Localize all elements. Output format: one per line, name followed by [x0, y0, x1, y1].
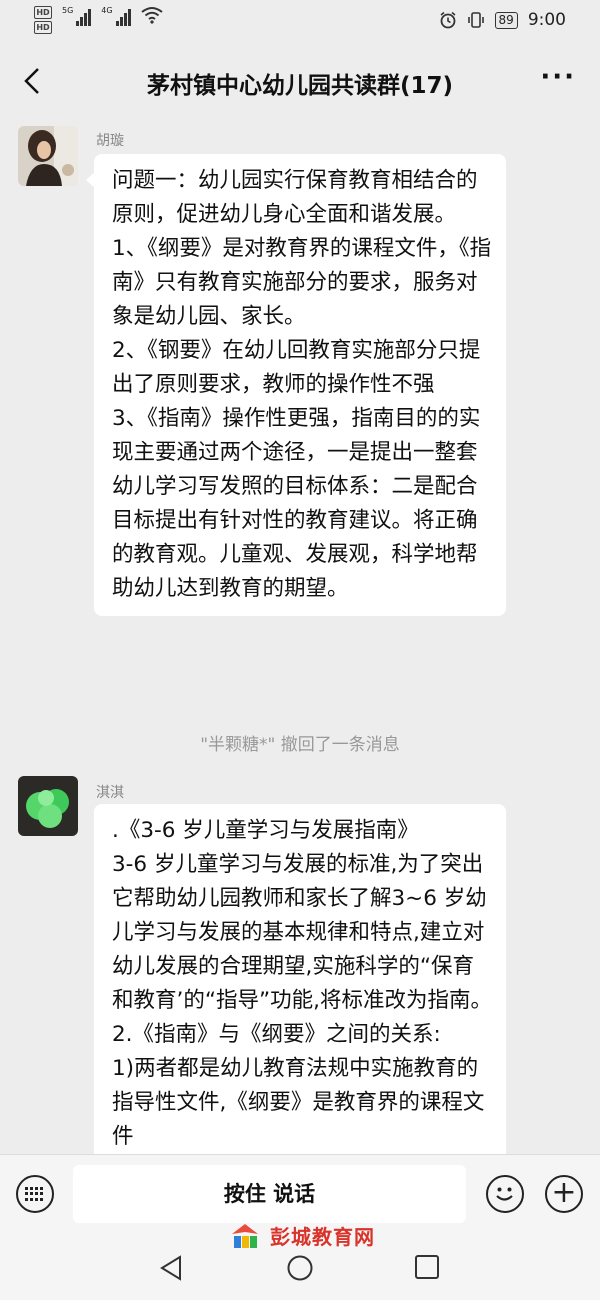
message-paragraph: 1)两者都是幼儿教育法规中实施教育的指导性文件,《纲要》是教育界的课程文件	[112, 1056, 485, 1149]
add-more-icon[interactable]: +	[545, 1175, 583, 1213]
watermark-text: 彭城教育网	[270, 1224, 375, 1249]
watermark-logo-icon	[232, 1224, 258, 1248]
recall-notice: "半颗糖*" 撤回了一条消息	[200, 735, 400, 755]
message-paragraph: 2.《指南》与《纲要》之间的关系:	[112, 1022, 441, 1047]
system-navigation: 彭城教育网	[0, 1224, 600, 1300]
message-list[interactable]: 胡璇 问题一：幼儿园实行保育教育相结合的原则，促进幼儿身心全面和谐发展。 1、《…	[0, 118, 600, 1154]
nav-back-icon[interactable]	[158, 1254, 184, 1282]
vibrate-icon	[467, 12, 484, 28]
emoji-icon[interactable]	[486, 1175, 524, 1213]
hold-to-talk-button[interactable]: 按住 说话	[73, 1165, 466, 1223]
battery-indicator: 89	[494, 11, 518, 29]
signal-4g-icon: 4G	[101, 6, 131, 26]
message-bubble[interactable]: 问题一：幼儿园实行保育教育相结合的原则，促进幼儿身心全面和谐发展。 1、《纲要》…	[86, 154, 506, 616]
nav-recents-icon[interactable]	[414, 1254, 440, 1280]
avatar[interactable]	[18, 776, 78, 836]
keyboard-toggle-icon[interactable]	[16, 1175, 54, 1213]
hd-icon: HD HD	[34, 6, 52, 34]
clock: 9:00	[527, 10, 566, 30]
chat-title: 茅村镇中心幼儿园共读群(17)	[146, 73, 454, 99]
signal-5g-icon: 5G	[62, 6, 92, 26]
watermark: 彭城教育网	[228, 1220, 375, 1250]
message-paragraph: 问题一：幼儿园实行保育教育相结合的原则，促进幼儿身心全面和谐发展。	[112, 168, 478, 227]
sender-name: 胡璇	[96, 133, 124, 149]
alarm-icon	[440, 11, 456, 29]
chat-header: 茅村镇中心幼儿园共读群(17) ···	[0, 44, 600, 118]
wifi-icon	[140, 7, 163, 24]
sender-name: 淇淇	[96, 785, 124, 801]
status-bar: HD HD 5G 4G 89 9:00	[0, 0, 600, 44]
nav-home-icon[interactable]	[286, 1254, 314, 1282]
message-paragraph: .《3-6 岁儿童学习与发展指南》	[112, 818, 419, 843]
message-paragraph: 3、《指南》操作性更强，指南目的的实现主要通过两个途径，一是提出一整套幼儿学习写…	[112, 406, 481, 601]
more-options-icon[interactable]: ···	[540, 62, 576, 92]
message-paragraph: 3-6 岁儿童学习与发展的标准,为了突出它帮助幼儿园教师和家长了解3~6 岁幼儿…	[112, 852, 492, 1013]
message-paragraph: 1、《纲要》是对教育界的课程文件，《指南》只有教育实施部分的要求，服务对象是幼儿…	[112, 236, 492, 329]
avatar[interactable]	[18, 126, 78, 186]
message-paragraph: 2、《钢要》在幼儿回教育实施部分只提出了原则要求，教师的操作性不强	[112, 338, 481, 397]
message-bubble[interactable]: .《3-6 岁儿童学习与发展指南》 3-6 岁儿童学习与发展的标准,为了突出它帮…	[94, 804, 506, 1154]
